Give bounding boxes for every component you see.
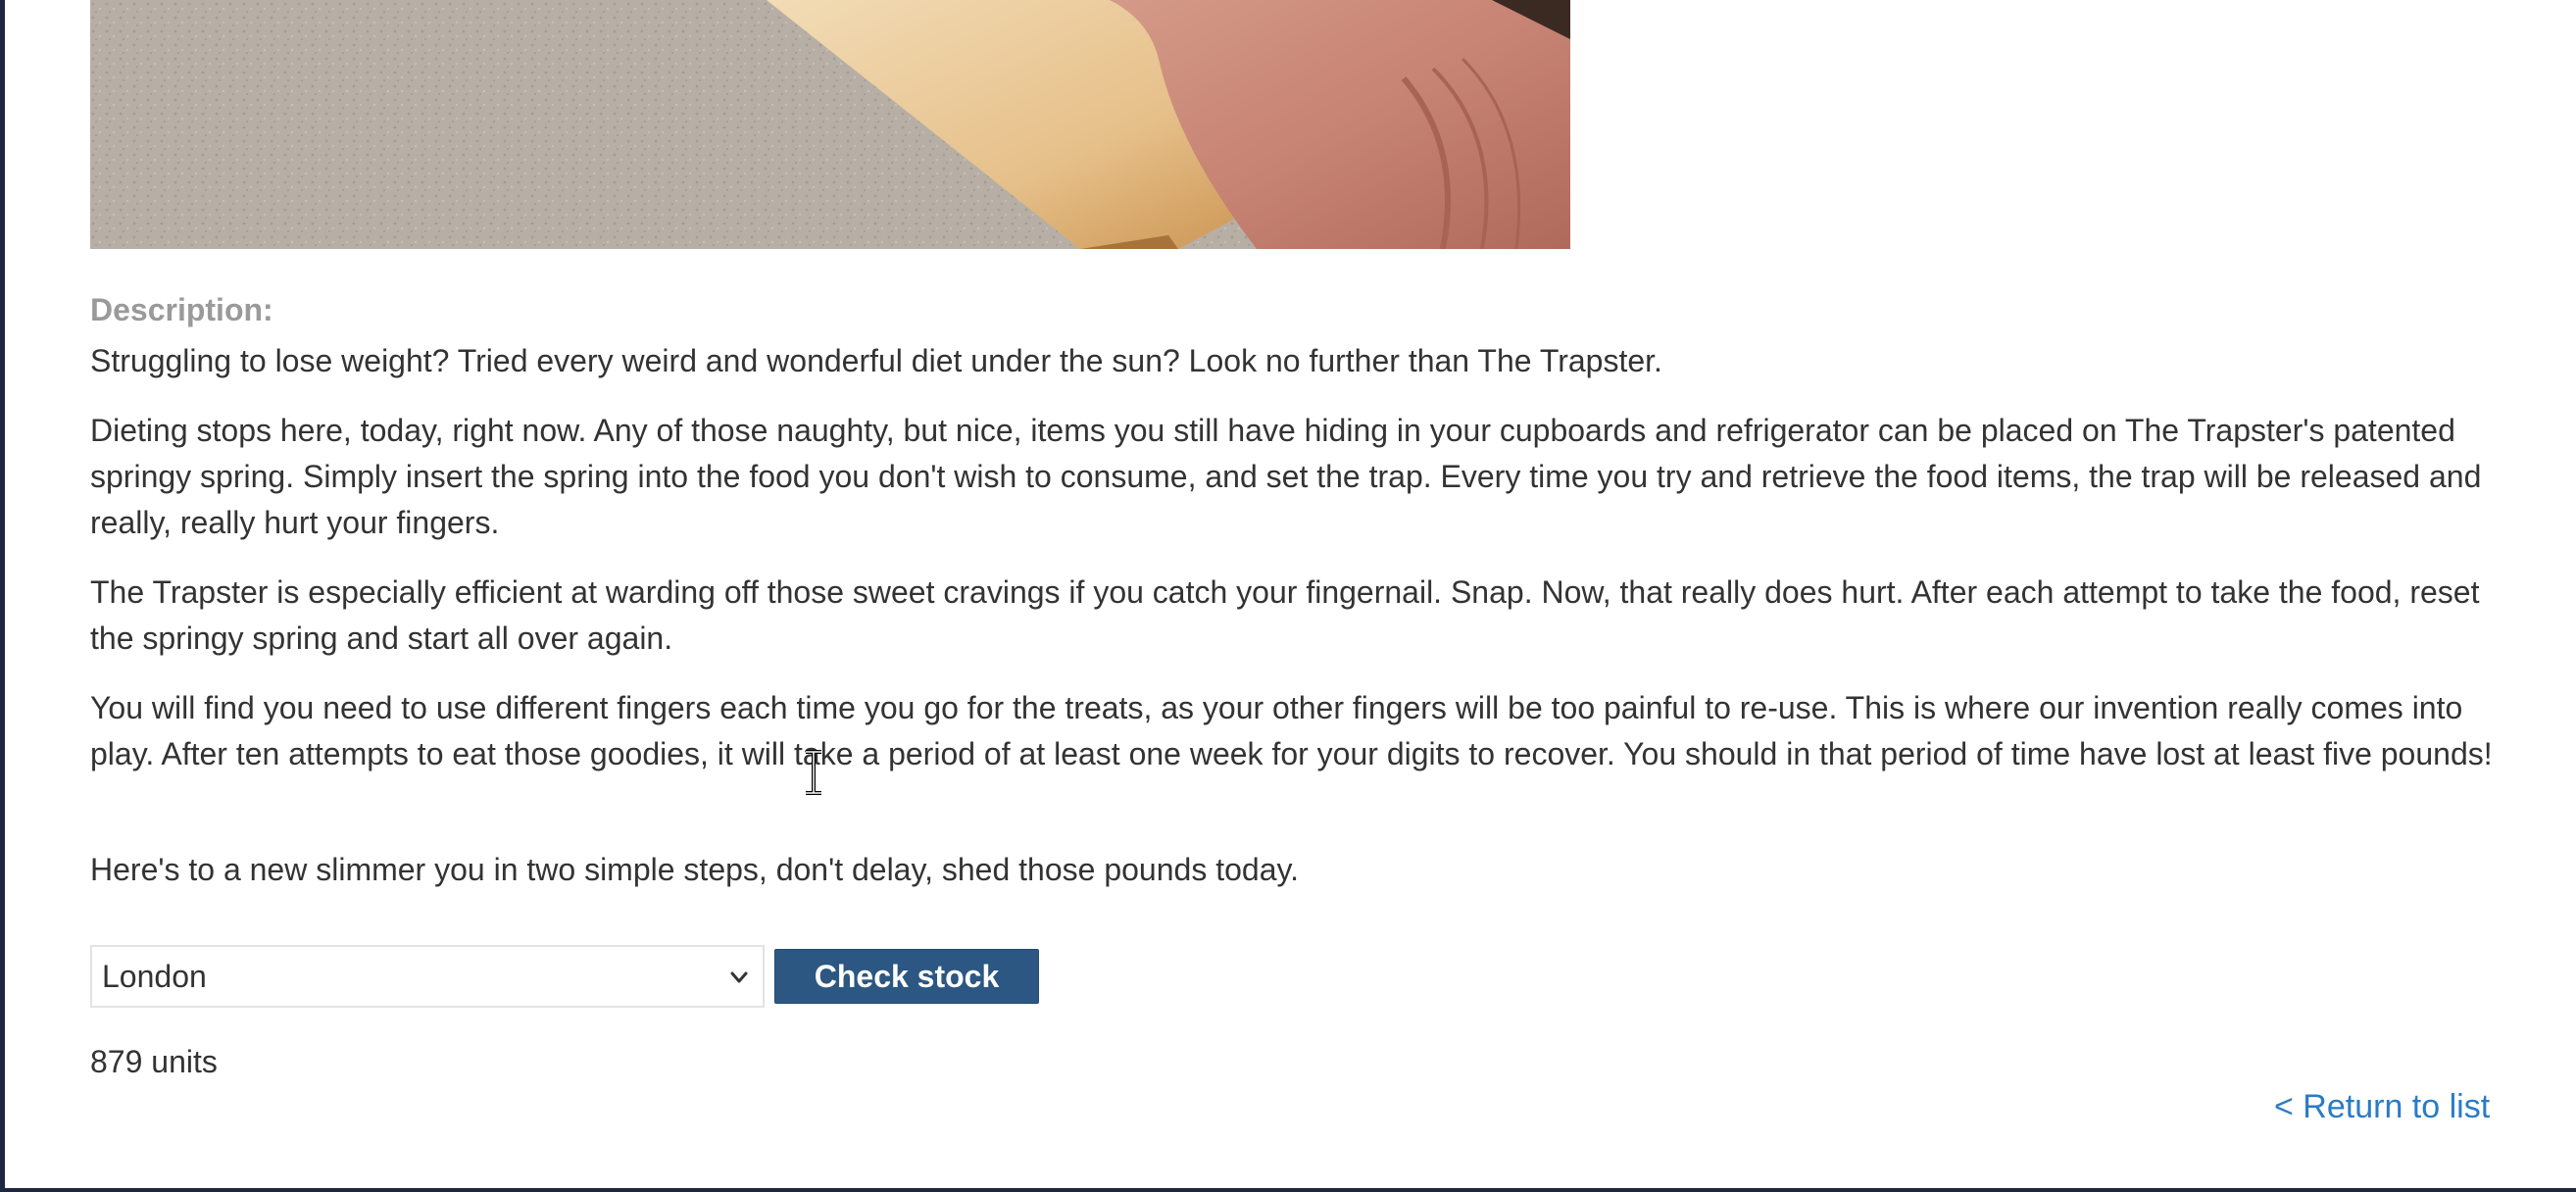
description-label: Description:	[90, 292, 273, 327]
window-left-border	[0, 0, 5, 1192]
description-paragraph: Struggling to lose weight? Tried every w…	[90, 343, 1662, 378]
text-cursor-icon	[806, 750, 821, 795]
check-stock-button[interactable]: Check stock	[774, 949, 1039, 1004]
product-image	[90, 0, 1570, 249]
chevron-down-icon	[730, 971, 748, 983]
description-paragraph: Here's to a new slimmer you in two simpl…	[90, 852, 1299, 887]
product-photo	[90, 0, 1570, 249]
description-paragraph: The Trapster is especially efficient at …	[90, 574, 2480, 656]
store-select-value: London	[102, 959, 207, 994]
description-paragraph: You will find you need to use different …	[90, 690, 2493, 771]
description-paragraph: Dieting stops here, today, right now. An…	[90, 413, 2482, 540]
store-select[interactable]: London	[90, 945, 765, 1008]
return-to-list-link[interactable]: < Return to list	[2274, 1088, 2490, 1126]
stock-result: 879 units	[90, 1044, 218, 1079]
window-bottom-border	[0, 1188, 2576, 1192]
page-frame: Description: Struggling to lose weight? …	[0, 0, 2576, 1192]
